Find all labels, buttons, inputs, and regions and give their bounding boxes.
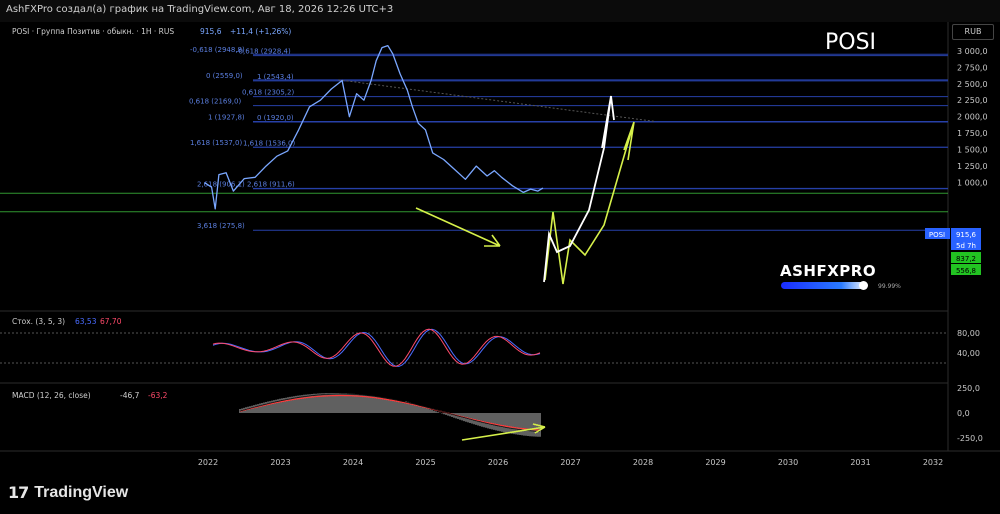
macd-axis-tick: -250,0 <box>957 434 983 443</box>
stoch-axis-tick: 80,00 <box>957 329 980 338</box>
last-price: 915,6 <box>200 27 222 36</box>
price-tag-value: 556,8 <box>956 267 976 275</box>
price-axis-tick: 1 000,0 <box>957 179 988 188</box>
price-tag-symbol-label: POSI <box>929 231 945 239</box>
macd-axis-tick: 0,0 <box>957 409 970 418</box>
macd-value: -46,7 <box>120 391 140 400</box>
time-axis-tick: 2031 <box>850 458 870 467</box>
watermark-percent: 99.99% <box>878 283 901 290</box>
macd-legend: MACD (12, 26, close) <box>12 391 91 400</box>
symbol-legend: POSI · Группа Позитив · обыкн. · 1H · RU… <box>12 27 174 36</box>
time-axis-tick: 2024 <box>343 458 363 467</box>
chart-canvas[interactable]: 3 000,0 2 750,0 2 500,0 2 250,0 2 000,0 1 750… <box>0 0 1000 514</box>
fib-level-label: 2,618 (911,6) <box>247 180 295 188</box>
currency-selector[interactable]: RUB <box>952 24 994 40</box>
fib-level-label: 1,618 (1536,0) <box>243 139 295 147</box>
fib-level-label: 1,618 (1537,0) <box>190 139 242 147</box>
time-axis-tick: 2025 <box>415 458 435 467</box>
fib-level-label: 0 (1920,0) <box>257 114 294 122</box>
price-tag-value: 5d 7h <box>956 242 976 250</box>
stoch-d-line <box>212 328 541 367</box>
stoch-d-value: 67,70 <box>100 317 122 326</box>
fib-level-label: 0,618 (2169,0) <box>189 98 241 106</box>
price-axis-tick: 1 750,0 <box>957 129 988 138</box>
price-axis-tick: 1 250,0 <box>957 162 988 171</box>
price-axis-tick: 2 750,0 <box>957 63 988 72</box>
macd-axis-tick: 250,0 <box>957 384 980 393</box>
watermark-logo: ASHFXPRO <box>780 262 877 280</box>
fib-level-label: -0,618 (2928,4) <box>236 48 291 56</box>
time-axis-tick: 2022 <box>198 458 218 467</box>
watermark-progress-knob <box>859 281 868 290</box>
price-axis-tick: 2 250,0 <box>957 96 988 105</box>
fib-level-label: 1 (2543,4) <box>257 73 294 81</box>
stoch-legend: Стох. (3, 5, 3) <box>12 317 65 326</box>
price-change: +11,4 (+1,26%) <box>230 27 291 36</box>
time-axis-tick: 2030 <box>778 458 798 467</box>
time-axis-tick: 2027 <box>560 458 580 467</box>
price-tag-value: 915,6 <box>956 231 977 239</box>
time-axis-tick: 2026 <box>488 458 508 467</box>
fib-level-label: 0 (2559,0) <box>206 72 243 80</box>
stoch-axis-tick: 40,00 <box>957 349 980 358</box>
fib-level-label: 0,618 (2305,2) <box>242 89 294 97</box>
macd-signal-value: -63,2 <box>148 391 168 400</box>
watermark-progress-bar <box>781 282 867 289</box>
fib-level-label: 1 (1927,8) <box>208 113 245 121</box>
time-axis-tick: 2029 <box>705 458 725 467</box>
price-axis-tick: 3 000,0 <box>957 47 988 56</box>
stoch-k-value: 63,53 <box>75 317 97 326</box>
fib-level-label: 3,618 (275,8) <box>197 222 245 230</box>
time-axis-tick: 2032 <box>923 458 943 467</box>
hand-drawn-arrow-down <box>415 207 501 247</box>
price-tag-value: 837,2 <box>956 255 976 263</box>
tradingview-logo[interactable]: 17 TradingView <box>8 483 128 502</box>
tradingview-logo-icon: 17 <box>8 483 29 502</box>
time-axis-tick: 2028 <box>633 458 653 467</box>
fib-level-label: 2,618 (906,1) <box>197 181 245 189</box>
trend-line <box>338 79 654 122</box>
price-axis-tick: 1 500,0 <box>957 146 988 155</box>
time-axis-tick: 2023 <box>270 458 290 467</box>
price-axis-tick: 2 000,0 <box>957 113 988 122</box>
chart-title: POSI <box>825 30 876 55</box>
tradingview-logo-text: TradingView <box>34 483 129 501</box>
price-axis-tick: 2 500,0 <box>957 80 988 89</box>
hand-drawn-projection-yellow <box>544 121 635 285</box>
